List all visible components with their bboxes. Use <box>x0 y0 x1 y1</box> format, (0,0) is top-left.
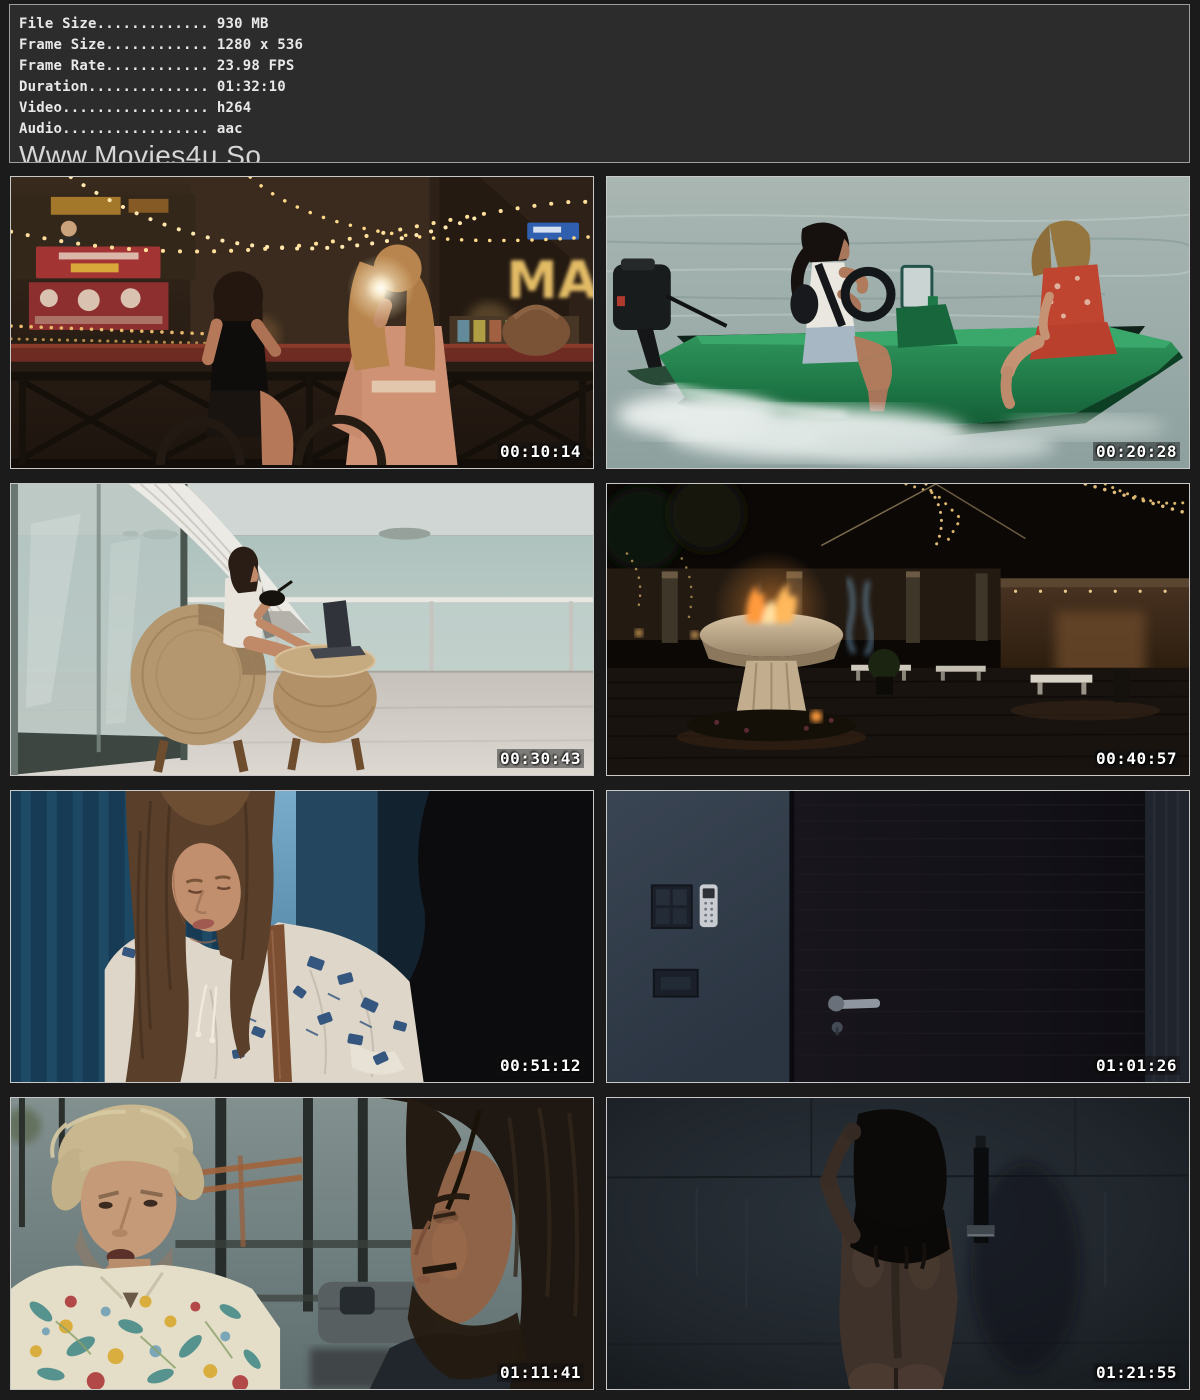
info-label: Video <box>19 100 62 116</box>
info-label: Audio <box>19 121 62 137</box>
info-dots: ................. <box>62 121 209 137</box>
timestamp-badge: 00:40:57 <box>1093 749 1180 768</box>
dark-door-image <box>607 791 1189 1082</box>
info-value: 930 MB <box>209 16 269 32</box>
info-label: Frame Rate <box>19 58 105 74</box>
svg-text:MA: MA <box>506 251 593 311</box>
balcony-image <box>11 484 593 775</box>
info-line-duration: Duration..............01:32:10 <box>19 77 1179 98</box>
courtyard-image <box>607 484 1189 775</box>
screenshot-balcony: 00:30:43 <box>10 483 594 776</box>
screenshot-two-men: 01:11:41 <box>10 1097 594 1390</box>
info-line-audio: Audio.................aac <box>19 119 1179 140</box>
two-men-image <box>11 1098 593 1389</box>
screenshot-woman-blouse: 00:51:12 <box>10 790 594 1083</box>
timestamp-badge: 00:51:12 <box>497 1056 584 1075</box>
timestamp-badge: 00:10:14 <box>497 442 584 461</box>
timestamp-badge: 00:30:43 <box>497 749 584 768</box>
info-dots: ................. <box>62 100 209 116</box>
screenshot-shower: 01:21:55 <box>606 1097 1190 1390</box>
timestamp-badge: 00:20:28 <box>1093 442 1180 461</box>
night-market-image: MA <box>11 177 593 468</box>
screenshot-sheet: File Size.............930 MB Frame Size.… <box>0 0 1200 1400</box>
watermark-text: Www.Movies4u.So <box>19 141 1179 163</box>
woman-blouse-image <box>11 791 593 1082</box>
info-label: Frame Size <box>19 37 105 53</box>
screenshot-courtyard-fire: 00:40:57 <box>606 483 1190 776</box>
timestamp-badge: 01:01:26 <box>1093 1056 1180 1075</box>
info-value: 1280 x 536 <box>209 37 303 53</box>
info-dots: .............. <box>88 79 209 95</box>
timestamp-badge: 01:11:41 <box>497 1363 584 1382</box>
info-value: 01:32:10 <box>209 79 286 95</box>
screenshot-speedboat: 00:20:28 <box>606 176 1190 469</box>
info-line-file-size: File Size.............930 MB <box>19 14 1179 35</box>
shower-image <box>607 1098 1189 1389</box>
screenshot-night-market: MA <box>10 176 594 469</box>
info-line-frame-size: Frame Size............1280 x 536 <box>19 35 1179 56</box>
timestamp-badge: 01:21:55 <box>1093 1363 1180 1382</box>
info-dots: ............ <box>105 37 209 53</box>
info-value: aac <box>209 121 243 137</box>
media-info-panel: File Size.............930 MB Frame Size.… <box>9 4 1190 163</box>
screenshot-dark-door: 01:01:26 <box>606 790 1190 1083</box>
speedboat-image <box>607 177 1189 468</box>
info-line-frame-rate: Frame Rate............23.98 FPS <box>19 56 1179 77</box>
info-value: 23.98 FPS <box>209 58 295 74</box>
info-dots: ............. <box>97 16 209 32</box>
info-label: Duration <box>19 79 88 95</box>
info-label: File Size <box>19 16 97 32</box>
info-line-video: Video.................h264 <box>19 98 1179 119</box>
info-dots: ............ <box>105 58 209 74</box>
info-value: h264 <box>209 100 252 116</box>
